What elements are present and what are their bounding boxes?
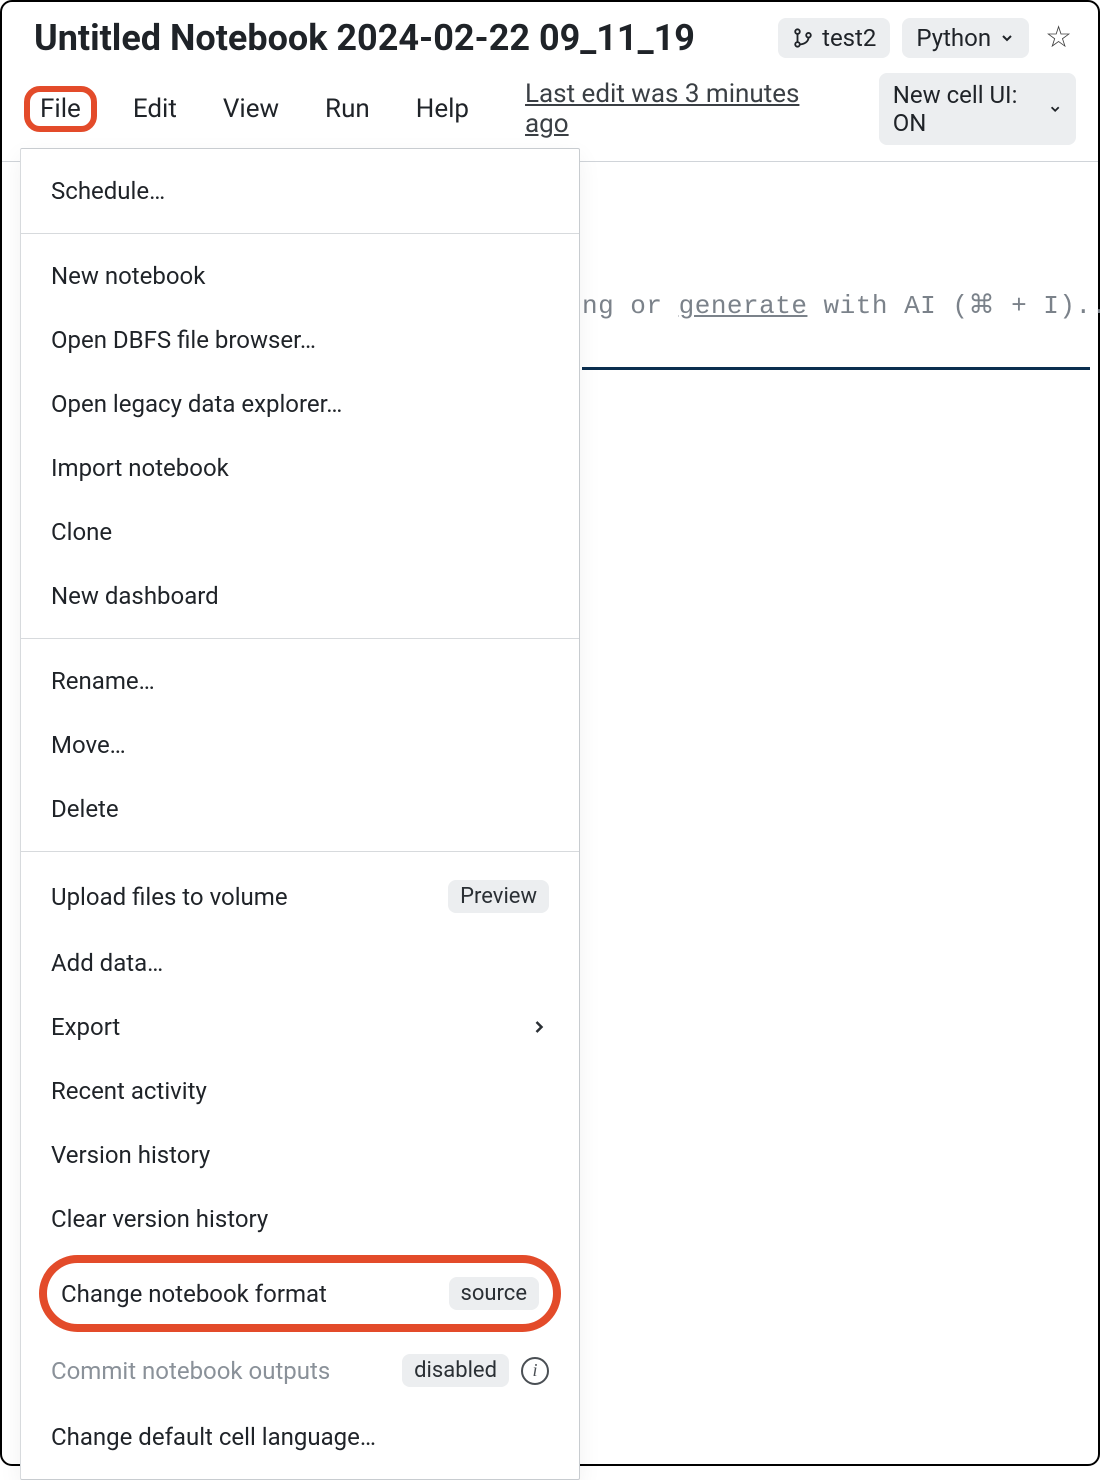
file-menu-schedule[interactable]: Schedule… <box>21 159 579 223</box>
file-menu-upload-volume[interactable]: Upload files to volume Preview <box>21 862 579 931</box>
notebook-header: Untitled Notebook 2024-02-22 09_11_19 te… <box>2 2 1098 63</box>
chevron-down-icon <box>999 30 1015 46</box>
info-icon[interactable]: i <box>521 1357 549 1385</box>
file-menu-clear-version-history[interactable]: Clear version history <box>21 1187 579 1251</box>
file-menu-rename[interactable]: Rename… <box>21 649 579 713</box>
attach-compute-button[interactable]: test2 <box>778 18 890 58</box>
file-menu-dropdown: Schedule… New notebook Open DBFS file br… <box>20 148 580 1480</box>
file-menu-open-dbfs[interactable]: Open DBFS file browser… <box>21 308 579 372</box>
file-menu-recent-activity[interactable]: Recent activity <box>21 1059 579 1123</box>
favorite-star-button[interactable]: ☆ <box>1041 16 1076 59</box>
language-select[interactable]: Python <box>902 18 1029 58</box>
menu-view[interactable]: View <box>213 90 289 128</box>
menu-help[interactable]: Help <box>406 90 479 128</box>
chevron-down-icon <box>1048 101 1062 117</box>
notebook-title[interactable]: Untitled Notebook 2024-02-22 09_11_19 <box>34 17 766 59</box>
commit-outputs-badge: disabled <box>402 1354 509 1387</box>
new-cell-ui-toggle[interactable]: New cell UI: ON <box>879 73 1076 145</box>
file-menu-clone[interactable]: Clone <box>21 500 579 564</box>
preview-badge: Preview <box>448 880 549 913</box>
menu-edit[interactable]: Edit <box>123 90 187 128</box>
format-badge: source <box>449 1277 539 1310</box>
chevron-right-icon <box>529 1017 549 1037</box>
file-menu-new-dashboard[interactable]: New dashboard <box>21 564 579 628</box>
highlight-change-format: Change notebook format source <box>39 1255 561 1332</box>
file-menu-open-legacy-explorer[interactable]: Open legacy data explorer… <box>21 372 579 436</box>
menu-run[interactable]: Run <box>315 90 380 128</box>
file-menu-export[interactable]: Export <box>21 995 579 1059</box>
file-menu-version-history[interactable]: Version history <box>21 1123 579 1187</box>
file-menu-delete[interactable]: Delete <box>21 777 579 841</box>
menu-file[interactable]: File <box>24 86 97 132</box>
file-menu-import-notebook[interactable]: Import notebook <box>21 436 579 500</box>
cell-placeholder: ng or generate with AI (⌘ + I)... <box>582 291 1100 321</box>
file-menu-commit-outputs: Commit notebook outputs disabled i <box>21 1336 579 1405</box>
file-menu-new-notebook[interactable]: New notebook <box>21 244 579 308</box>
file-menu-change-default-language[interactable]: Change default cell language… <box>21 1405 579 1469</box>
notebook-cell[interactable]: ng or generate with AI (⌘ + I)... <box>582 150 1090 370</box>
file-menu-move[interactable]: Move… <box>21 713 579 777</box>
last-edit-link[interactable]: Last edit was 3 minutes ago <box>515 75 827 143</box>
branch-icon <box>792 27 814 49</box>
file-menu-add-data[interactable]: Add data… <box>21 931 579 995</box>
language-label: Python <box>916 24 991 52</box>
file-menu-change-format[interactable]: Change notebook format source <box>59 1273 541 1314</box>
compute-label: test2 <box>822 24 876 52</box>
new-cell-ui-label: New cell UI: ON <box>893 81 1040 137</box>
